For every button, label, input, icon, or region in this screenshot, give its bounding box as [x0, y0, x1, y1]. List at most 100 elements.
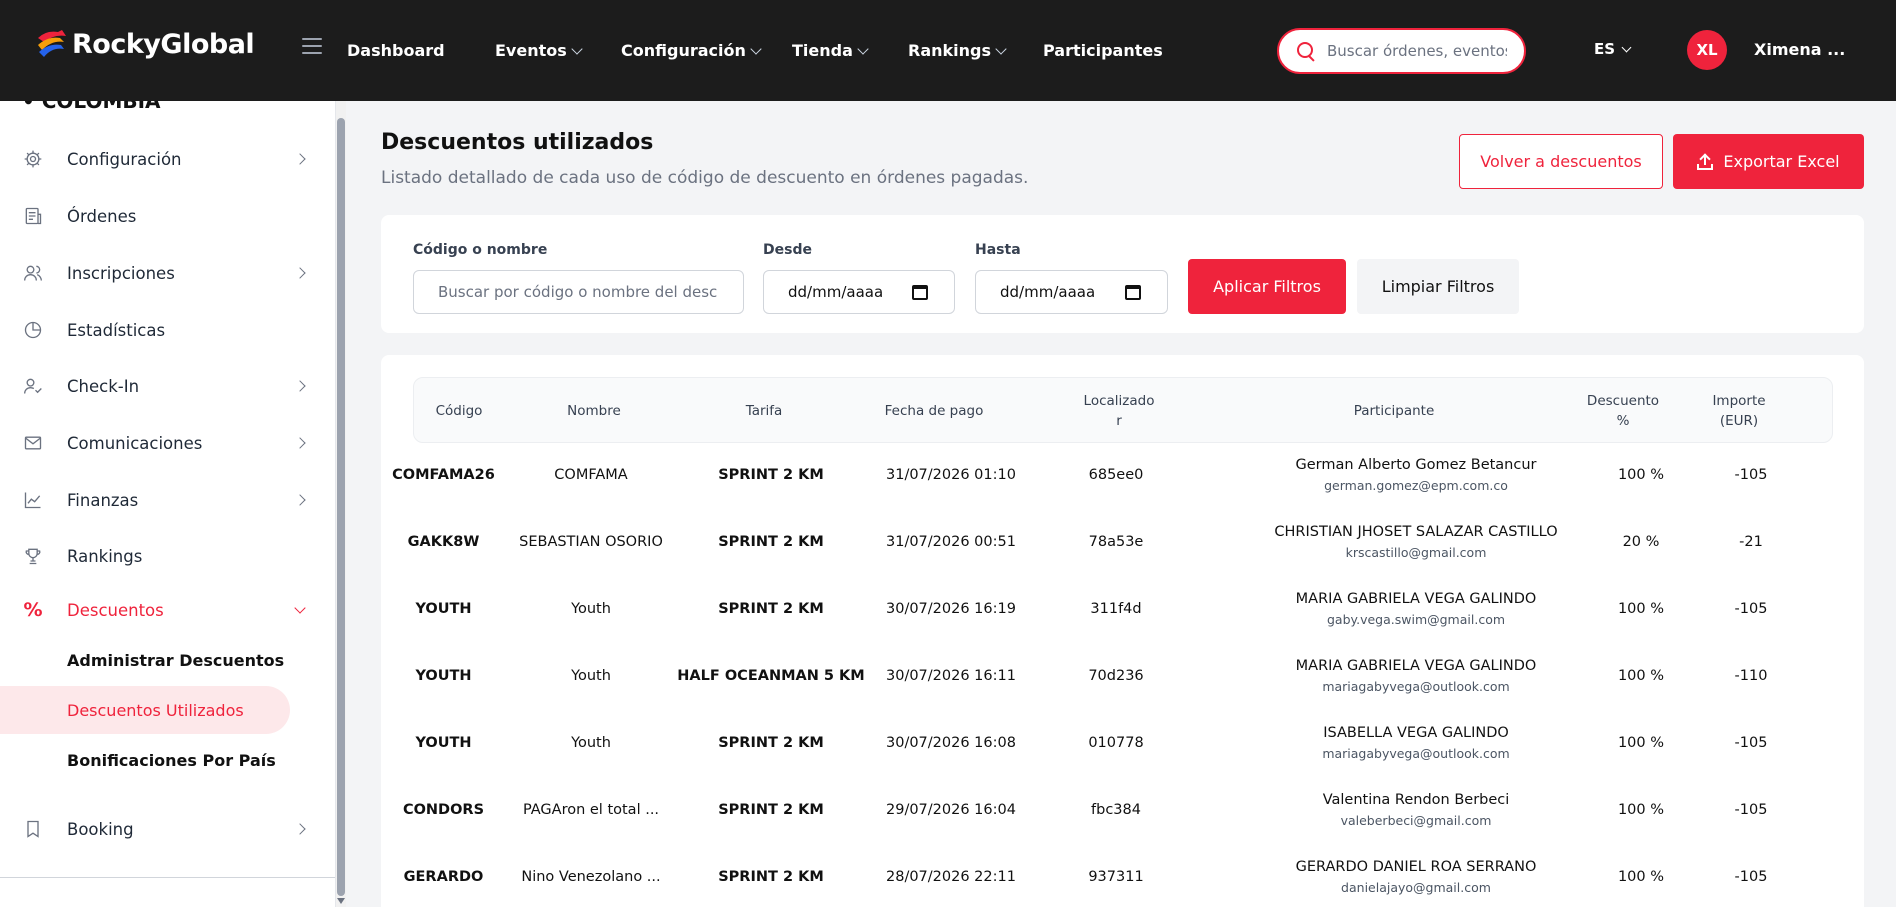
- sidebar-item-check-in[interactable]: Check-In: [0, 362, 335, 410]
- cell-date: 29/07/2026 16:04: [886, 801, 1016, 818]
- chevron-down-icon: [750, 42, 762, 55]
- filters-card: Código o nombre Desde dd/mm/aaaa Hasta d…: [381, 215, 1864, 333]
- sidebar-item-booking[interactable]: Booking: [0, 805, 335, 853]
- brand-logo[interactable]: RockyGlobal: [36, 28, 255, 60]
- cell-tariff: HALF OCEANMAN 5 KM: [677, 667, 865, 684]
- global-search[interactable]: [1277, 28, 1526, 74]
- avatar[interactable]: XL: [1687, 30, 1727, 70]
- sidebar-item-ordenes[interactable]: Órdenes: [0, 192, 335, 240]
- cell-tariff: SPRINT 2 KM: [718, 868, 824, 885]
- cell-locator: 78a53e: [1088, 533, 1144, 550]
- sidebar-subitem-descuentos-utilizados[interactable]: Descuentos Utilizados: [0, 686, 290, 734]
- table-row[interactable]: COMFAMA26 COMFAMA SPRINT 2 KM 31/07/2026 01…: [381, 441, 1864, 508]
- sidebar-subitem-bonificaciones-por-pais[interactable]: Bonificaciones Por País: [0, 736, 290, 784]
- column-header-localizador[interactable]: Localizado r: [1084, 378, 1155, 444]
- column-header-codigo[interactable]: Código: [414, 378, 504, 444]
- nav-configuracion[interactable]: Configuración: [621, 41, 762, 60]
- cell-participant: CHRISTIAN JHOSET SALAZAR CASTILLO krscast…: [1261, 508, 1571, 575]
- cell-amount: -105: [1734, 801, 1768, 818]
- cell-tariff: SPRINT 2 KM: [718, 600, 824, 617]
- chevron-down-icon: [1621, 42, 1632, 52]
- participant-name: CHRISTIAN JHOSET SALAZAR CASTILLO: [1274, 523, 1558, 540]
- trend-icon: [22, 489, 44, 511]
- to-date-label: Hasta: [975, 242, 1021, 258]
- cell-tariff: SPRINT 2 KM: [718, 466, 824, 483]
- calendar-icon[interactable]: [1125, 285, 1141, 300]
- brand-name: RockyGlobal: [72, 28, 255, 60]
- sidebar-scrollbar-thumb[interactable]: [337, 118, 345, 896]
- percent-icon: %: [23, 599, 43, 621]
- cell-code: YOUTH: [415, 600, 472, 617]
- table-row[interactable]: CONDORS PAGAron el total ... SPRINT 2 KM 29…: [381, 776, 1864, 843]
- sidebar-item-rankings[interactable]: Rankings: [0, 532, 335, 580]
- cell-date: 31/07/2026 00:51: [886, 533, 1016, 550]
- menu-toggle-icon[interactable]: [302, 38, 322, 54]
- cell-locator: 937311: [1088, 868, 1144, 885]
- cell-name: Youth: [571, 600, 611, 617]
- cell-code: CONDORS: [402, 801, 485, 818]
- column-header-fecha-de-pago[interactable]: Fecha de pago: [864, 378, 1004, 444]
- column-header-importe[interactable]: Importe (EUR): [1708, 378, 1770, 444]
- receipt-icon: [22, 205, 44, 227]
- column-header-descuento[interactable]: Descuento %: [1582, 378, 1664, 444]
- export-excel-button[interactable]: Exportar Excel: [1673, 134, 1864, 189]
- cell-tariff: SPRINT 2 KM: [718, 533, 824, 550]
- table-row[interactable]: GERARDO Nino Venezolano ... SPRINT 2 KM 28/…: [381, 843, 1864, 907]
- search-icon: [1297, 42, 1315, 60]
- chevron-right-icon: [294, 153, 306, 165]
- table-row[interactable]: GAKK8W SEBASTIAN OSORIO SPRINT 2 KM 31/07/2…: [381, 508, 1864, 575]
- sidebar-item-comunicaciones[interactable]: Comunicaciones: [0, 419, 335, 467]
- column-header-participante[interactable]: Participante: [1294, 378, 1494, 444]
- from-date-input[interactable]: dd/mm/aaaa: [763, 270, 955, 314]
- brand-mark-icon: [38, 30, 66, 57]
- apply-filters-button[interactable]: Aplicar Filtros: [1188, 259, 1346, 314]
- sidebar-item-finanzas[interactable]: Finanzas: [0, 476, 335, 524]
- table-row[interactable]: YOUTH Youth SPRINT 2 KM 30/07/2026 16:19 311…: [381, 575, 1864, 642]
- sidebar-item-inscripciones[interactable]: Inscripciones: [0, 249, 335, 297]
- bookmark-icon: [22, 818, 44, 840]
- cell-name: Youth: [571, 667, 611, 684]
- user-name[interactable]: Ximena ...: [1754, 40, 1845, 59]
- column-header-nombre[interactable]: Nombre: [524, 378, 664, 444]
- cell-date: 30/07/2026 16:19: [886, 600, 1016, 617]
- cell-amount: -21: [1739, 533, 1763, 550]
- cell-name: Nino Venezolano ...: [521, 868, 661, 885]
- nav-dashboard[interactable]: Dashboard: [347, 41, 445, 60]
- nav-eventos[interactable]: Eventos: [495, 41, 583, 60]
- cell-amount: -110: [1734, 667, 1768, 684]
- chevron-down-icon: [857, 42, 869, 55]
- scroll-down-arrow-icon[interactable]: [337, 898, 345, 904]
- cell-discount: 100 %: [1617, 466, 1665, 483]
- nav-participantes[interactable]: Participantes: [1043, 41, 1163, 60]
- top-bar: RockyGlobal Dashboard Eventos Configurac…: [0, 0, 1896, 101]
- sidebar-item-descuentos[interactable]: % Descuentos: [0, 586, 335, 634]
- global-search-input[interactable]: [1327, 42, 1507, 60]
- cell-code: YOUTH: [415, 667, 472, 684]
- sidebar-item-estadisticas[interactable]: Estadísticas: [0, 306, 335, 354]
- table-row[interactable]: YOUTH Youth HALF OCEANMAN 5 KM 30/07/2026 1…: [381, 642, 1864, 709]
- clear-filters-button[interactable]: Limpiar Filtros: [1357, 259, 1519, 314]
- sidebar-subitem-administrar-descuentos[interactable]: Administrar Descuentos: [0, 636, 290, 684]
- cell-discount: 100 %: [1617, 868, 1665, 885]
- from-date-label: Desde: [763, 242, 812, 258]
- cell-discount: 100 %: [1617, 667, 1665, 684]
- cell-participant: MARIA GABRIELA VEGA GALINDO gaby.vega.swi…: [1261, 575, 1571, 642]
- nav-tienda[interactable]: Tienda: [792, 41, 869, 60]
- participant-email: mariagabyvega@outlook.com: [1322, 678, 1510, 694]
- users-icon: [22, 262, 44, 284]
- sidebar-item-configuracion[interactable]: Configuración: [0, 135, 335, 183]
- page-title: Descuentos utilizados: [381, 130, 654, 155]
- calendar-icon[interactable]: [912, 285, 928, 300]
- chevron-down-icon: [995, 42, 1007, 55]
- cell-date: 28/07/2026 22:11: [886, 868, 1016, 885]
- to-date-input[interactable]: dd/mm/aaaa: [975, 270, 1168, 314]
- back-to-discounts-button[interactable]: Volver a descuentos: [1459, 134, 1663, 189]
- code-filter-input[interactable]: [413, 270, 744, 314]
- cell-code: COMFAMA26: [392, 466, 495, 483]
- column-header-tarifa[interactable]: Tarifa: [694, 378, 834, 444]
- language-selector[interactable]: ES: [1594, 40, 1632, 58]
- cell-participant: GERARDO DANIEL ROA SERRANO danielajayo@gm…: [1261, 843, 1571, 907]
- table-row[interactable]: YOUTH Youth SPRINT 2 KM 30/07/2026 16:08 010…: [381, 709, 1864, 776]
- cell-name: SEBASTIAN OSORIO: [519, 533, 663, 550]
- nav-rankings[interactable]: Rankings: [908, 41, 1007, 60]
